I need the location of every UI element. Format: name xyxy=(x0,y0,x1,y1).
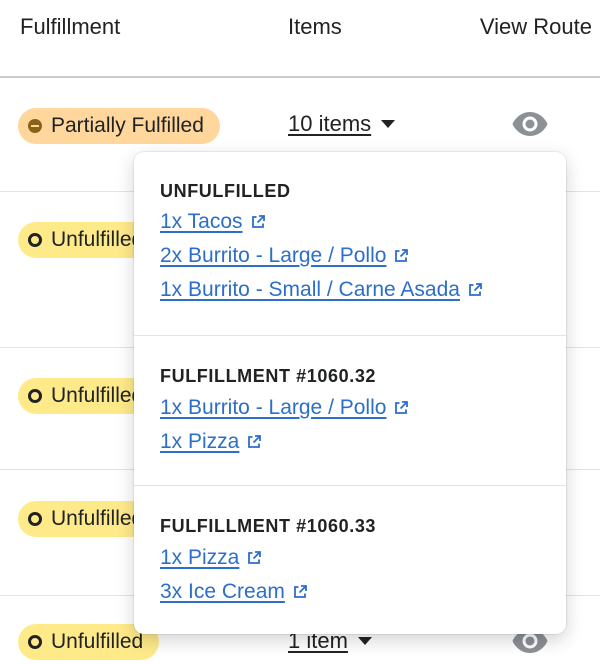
line-item-link[interactable]: 1x Burrito - Small / Carne Asada xyxy=(160,278,483,302)
status-label: Partially Fulfilled xyxy=(51,114,204,137)
items-popover: UNFULFILLED 1x Tacos 2x Burrito - Large … xyxy=(134,152,566,634)
line-item-link[interactable]: 1x Pizza xyxy=(160,546,262,570)
line-item-link[interactable]: 1x Tacos xyxy=(160,210,266,234)
status-label: Unfulfilled xyxy=(51,384,144,407)
caret-down-icon xyxy=(357,637,372,645)
column-header-items: Items xyxy=(288,14,342,39)
external-link-icon xyxy=(248,551,262,564)
section-title: UNFULFILLED xyxy=(160,181,291,201)
status-label: Unfulfilled xyxy=(51,228,144,251)
line-item-label: 3x Ice Cream xyxy=(160,580,285,603)
items-count: 10 items xyxy=(288,111,372,136)
external-link-icon xyxy=(248,435,262,448)
line-item-label: 1x Tacos xyxy=(160,210,243,233)
column-header-view-route: View Route xyxy=(479,14,592,39)
partial-status-icon xyxy=(28,119,42,133)
unfulfilled-status-icon xyxy=(28,233,42,247)
status-badge: Partially Fulfilled xyxy=(18,108,220,144)
external-link-icon xyxy=(395,249,409,262)
line-item-link[interactable]: 2x Burrito - Large / Pollo xyxy=(160,244,409,268)
unfulfilled-status-icon xyxy=(28,389,42,403)
external-link-icon xyxy=(395,401,409,414)
section-title: FULFILLMENT #1060.32 xyxy=(160,366,377,386)
column-header-fulfillment: Fulfillment xyxy=(20,14,121,39)
line-item-link[interactable]: 3x Ice Cream xyxy=(160,580,308,604)
status-label: Unfulfilled xyxy=(51,507,144,530)
external-link-icon xyxy=(469,283,482,296)
section-title: FULFILLMENT #1060.33 xyxy=(160,516,377,536)
external-link-icon xyxy=(293,585,307,598)
line-item-label: 1x Burrito - Small / Carne Asada xyxy=(160,278,460,301)
line-item-label: 1x Pizza xyxy=(160,546,240,569)
line-item-link[interactable]: 1x Burrito - Large / Pollo xyxy=(160,396,409,420)
status-label: Unfulfilled xyxy=(51,630,144,653)
line-item-label: 2x Burrito - Large / Pollo xyxy=(160,244,387,267)
table-header: Fulfillment Items View Route xyxy=(0,0,600,78)
popover-section-fulfillment-1060-32: FULFILLMENT #1060.32 1x Burrito - Large … xyxy=(134,336,566,486)
popover-section-unfulfilled: UNFULFILLED 1x Tacos 2x Burrito - Large … xyxy=(134,152,566,336)
eye-icon[interactable] xyxy=(512,111,548,137)
unfulfilled-status-icon xyxy=(28,512,42,526)
line-item-label: 1x Burrito - Large / Pollo xyxy=(160,396,387,419)
popover-section-fulfillment-1060-33: FULFILLMENT #1060.33 1x Pizza 3x Ice Cre… xyxy=(134,486,566,634)
caret-down-icon xyxy=(381,120,396,128)
external-link-icon xyxy=(251,215,265,228)
line-item-label: 1x Pizza xyxy=(160,430,240,453)
items-dropdown-toggle[interactable]: 10 items xyxy=(288,111,396,137)
line-item-link[interactable]: 1x Pizza xyxy=(160,430,262,454)
unfulfilled-status-icon xyxy=(28,635,42,649)
